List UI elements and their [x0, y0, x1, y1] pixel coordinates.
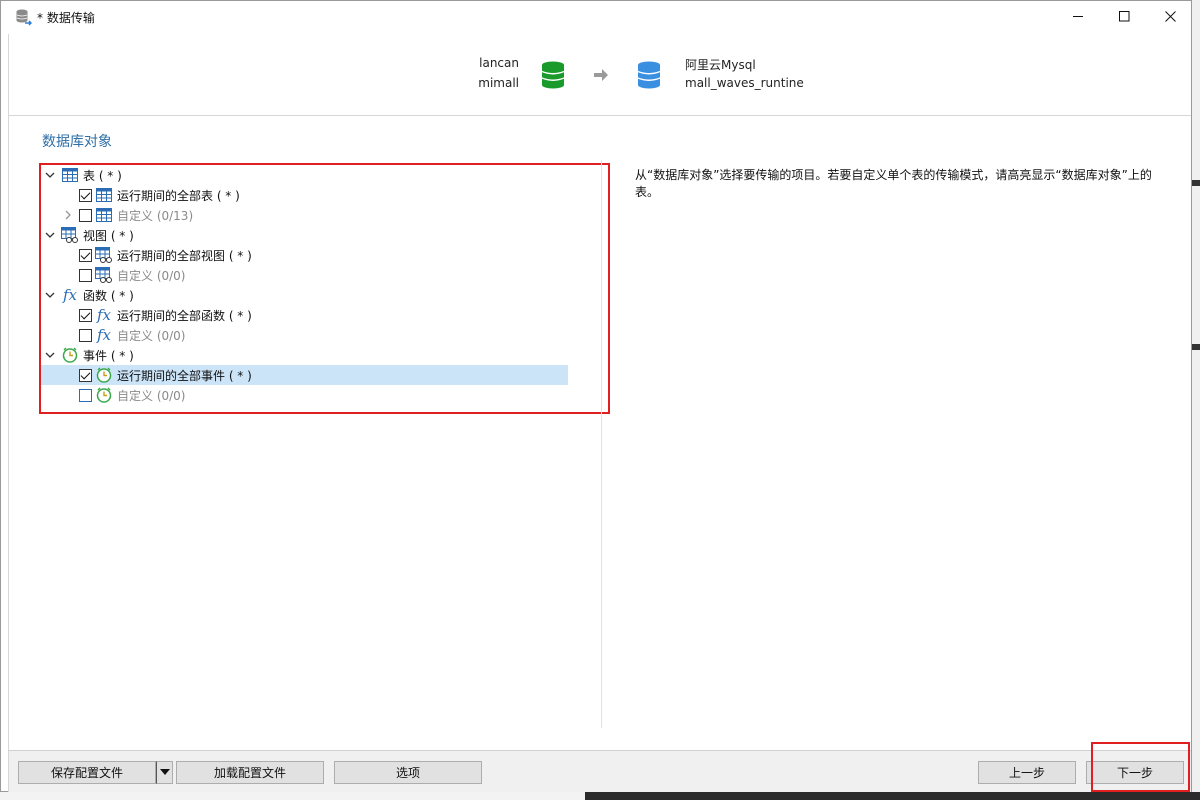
chevron-down-icon[interactable]	[43, 228, 57, 242]
checkbox-all-tables[interactable]	[79, 188, 92, 202]
function-icon: fx	[62, 286, 77, 304]
checkbox-custom-tables[interactable]	[79, 208, 92, 222]
description-text: 从“数据库对象”选择要传输的项目。若要自定义单个表的传输模式，请高亮显示“数据库…	[635, 168, 1152, 199]
tree-node-all-functions[interactable]: fx 运行期间的全部函数 ( * )	[79, 305, 252, 325]
close-button[interactable]	[1147, 1, 1193, 32]
view-icon	[95, 267, 113, 283]
footer-bar: 保存配置文件 加载配置文件 选项 上一步 下一步	[8, 742, 1191, 792]
checkbox-all-functions[interactable]	[79, 308, 92, 322]
chevron-down-icon[interactable]	[43, 168, 57, 182]
tree-label: 运行期间的全部函数 ( * )	[117, 308, 252, 323]
view-icon	[61, 227, 79, 243]
tree-node-events[interactable]: 事件 ( * )	[43, 345, 134, 365]
source-connection-name: lancan	[479, 56, 519, 70]
background-window-edge	[1192, 0, 1200, 800]
tree-label: 自定义 (0/0)	[117, 268, 186, 283]
save-profile-dropdown-button[interactable]	[156, 761, 173, 784]
transfer-arrow-icon	[593, 68, 609, 82]
maximize-icon	[1118, 11, 1129, 22]
tree-label: 函数 ( * )	[83, 288, 134, 303]
checkbox-custom-views[interactable]	[79, 268, 92, 282]
tree-label: 运行期间的全部表 ( * )	[117, 188, 240, 203]
table-icon	[61, 167, 79, 183]
function-icon: fx	[96, 326, 111, 344]
target-database-name: mall_waves_runtine	[685, 76, 804, 90]
transfer-header: lancan mimall 阿里云Mysql mall_waves_runtin…	[8, 34, 1191, 116]
tree-label: 运行期间的全部事件 ( * )	[117, 368, 252, 383]
target-connection-name: 阿里云Mysql	[685, 58, 756, 72]
tree-node-all-events[interactable]: 运行期间的全部事件 ( * )	[41, 365, 568, 385]
background-mark	[1192, 180, 1200, 186]
target-database-icon	[637, 61, 661, 89]
back-button[interactable]: 上一步	[978, 761, 1076, 784]
tree-label: 自定义 (0/0)	[117, 328, 186, 343]
tree-label: 视图 ( * )	[83, 228, 134, 243]
minimize-button[interactable]	[1055, 1, 1101, 32]
title-bar[interactable]: * 数据传输	[1, 1, 1191, 32]
event-clock-icon	[61, 347, 79, 363]
tree-node-custom-functions[interactable]: fx 自定义 (0/0)	[79, 325, 186, 345]
tree-node-custom-views[interactable]: 自定义 (0/0)	[79, 265, 186, 285]
source-database-name: mimall	[478, 76, 519, 90]
tree-node-all-views[interactable]: 运行期间的全部视图 ( * )	[79, 245, 252, 265]
checkbox-custom-events[interactable]	[79, 388, 92, 402]
chevron-down-icon[interactable]	[43, 288, 57, 302]
background-dark-region	[585, 792, 1200, 800]
tree-label: 自定义 (0/13)	[117, 208, 194, 223]
chevron-down-icon[interactable]	[43, 348, 57, 362]
background-mark	[1192, 344, 1200, 350]
tree-label: 运行期间的全部视图 ( * )	[117, 248, 252, 263]
background-taskbar-strip	[0, 792, 1200, 800]
tree-node-views[interactable]: 视图 ( * )	[43, 225, 134, 245]
event-clock-icon	[95, 367, 113, 383]
save-profile-button[interactable]: 保存配置文件	[18, 761, 156, 784]
source-database-icon	[541, 61, 565, 89]
tree-node-tables[interactable]: 表 ( * )	[43, 165, 122, 185]
view-icon	[95, 247, 113, 263]
tree-node-custom-events[interactable]: 自定义 (0/0)	[79, 385, 186, 405]
chevron-right-icon[interactable]	[61, 208, 75, 222]
content-panel: 数据库对象 表 ( * ) 运行期间的全部表 ( * ) 自定义 (0/13)	[8, 116, 1191, 750]
dropdown-arrow-icon	[159, 769, 170, 775]
section-title: 数据库对象	[42, 134, 112, 150]
tree-node-all-tables[interactable]: 运行期间的全部表 ( * )	[79, 185, 240, 205]
checkbox-all-events[interactable]	[79, 368, 92, 382]
tree-label: 表 ( * )	[83, 168, 122, 183]
window-title: * 数据传输	[37, 11, 95, 25]
function-icon: fx	[96, 306, 111, 324]
options-button[interactable]: 选项	[334, 761, 482, 784]
next-highlight-box	[1091, 742, 1190, 792]
panel-divider[interactable]	[601, 160, 602, 728]
event-clock-icon	[95, 387, 113, 403]
minimize-icon	[1072, 16, 1083, 17]
tree-label: 自定义 (0/0)	[117, 388, 186, 403]
load-profile-button[interactable]: 加载配置文件	[176, 761, 324, 784]
data-transfer-window: * 数据传输 lancan mimall 阿里云Mysql mall_waves…	[0, 0, 1192, 792]
close-icon	[1164, 11, 1176, 22]
checkbox-custom-functions[interactable]	[79, 328, 92, 342]
maximize-button[interactable]	[1101, 1, 1147, 32]
tree-node-custom-tables[interactable]: 自定义 (0/13)	[61, 205, 193, 225]
table-icon	[95, 207, 113, 223]
table-icon	[95, 187, 113, 203]
tree-node-functions[interactable]: fx 函数 ( * )	[43, 285, 134, 305]
data-transfer-app-icon	[15, 8, 33, 26]
checkbox-all-views[interactable]	[79, 248, 92, 262]
tree-label: 事件 ( * )	[83, 348, 134, 363]
